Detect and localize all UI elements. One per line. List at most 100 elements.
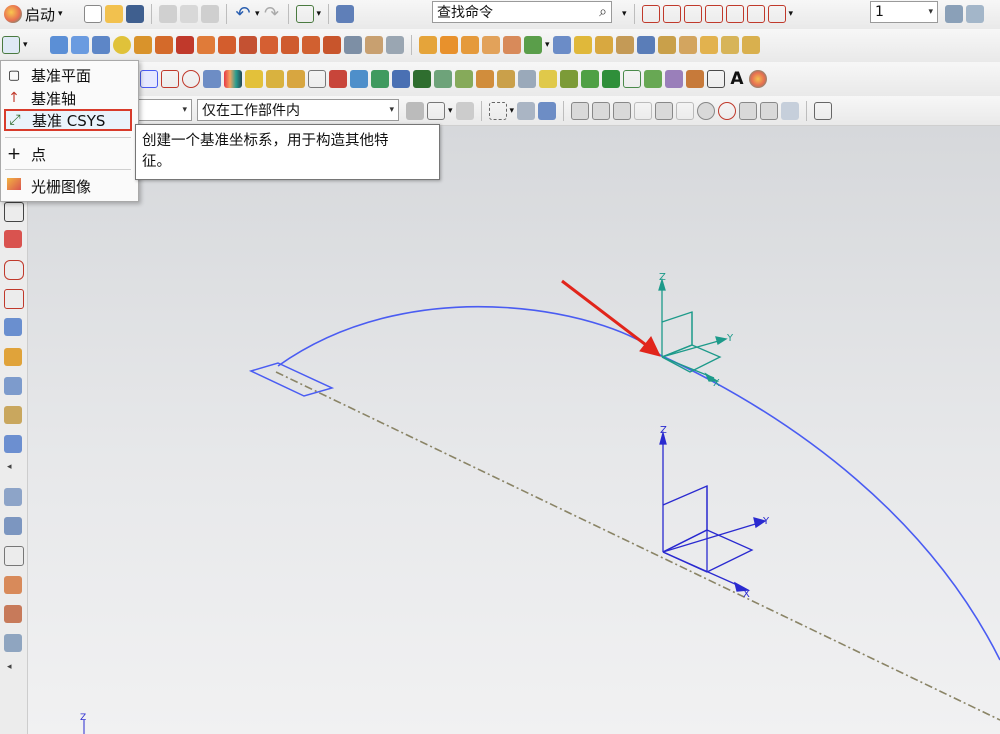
trim-body-icon[interactable]: [482, 36, 500, 54]
component-select-icon[interactable]: [517, 102, 536, 120]
type-filter-select[interactable]: ▾: [137, 99, 192, 121]
deselect-icon[interactable]: [455, 102, 474, 120]
thicken-icon[interactable]: [720, 36, 739, 54]
pad-icon[interactable]: [260, 36, 278, 54]
section-curve-icon[interactable]: [245, 70, 263, 88]
intersect-icon[interactable]: [683, 5, 702, 23]
spectrum-icon[interactable]: [224, 70, 242, 88]
select-all-icon[interactable]: [427, 102, 445, 120]
left-toolbar-expand-arrow-2[interactable]: ◂: [7, 662, 12, 672]
start-button[interactable]: 启动 ▾: [4, 3, 63, 25]
new-file-icon[interactable]: [84, 5, 102, 23]
component-icon[interactable]: [497, 70, 515, 88]
sketch-rectangle-icon[interactable]: [4, 202, 24, 222]
spring-icon[interactable]: [386, 36, 404, 54]
tube-left-icon[interactable]: [4, 634, 22, 652]
snap-circle-icon[interactable]: [718, 102, 737, 120]
snap-curve-icon[interactable]: [641, 5, 660, 23]
n-sided-icon[interactable]: [4, 406, 22, 424]
grid-icon[interactable]: [814, 102, 833, 120]
paste-icon[interactable]: [201, 5, 219, 23]
tube-icon[interactable]: [365, 36, 383, 54]
fillet-curve-icon[interactable]: [767, 5, 786, 23]
studio-spline-icon[interactable]: [4, 230, 22, 248]
sphere-icon[interactable]: [113, 36, 131, 54]
ellipse-icon[interactable]: [182, 70, 200, 88]
scale-body-icon[interactable]: [678, 36, 697, 54]
fillet-curve-left-icon[interactable]: [4, 260, 24, 280]
offset-surface-icon[interactable]: [4, 546, 24, 566]
draft-icon[interactable]: [636, 36, 655, 54]
ruled-icon[interactable]: [4, 377, 22, 395]
trim-sheet-icon[interactable]: [4, 576, 22, 594]
prt-icon[interactable]: [392, 70, 410, 88]
pin-icon[interactable]: [581, 70, 599, 88]
graphics-viewport[interactable]: Z Y X Z Y X Z: [0, 125, 1000, 734]
copy-icon[interactable]: [180, 5, 198, 23]
block-icon[interactable]: [50, 36, 68, 54]
search-icon[interactable]: ⌕: [599, 4, 607, 20]
nx5-icon[interactable]: [176, 36, 194, 54]
offset-curve-icon[interactable]: [266, 70, 284, 88]
pipe-icon[interactable]: [518, 70, 536, 88]
revolve-icon[interactable]: [155, 36, 173, 54]
redo-icon[interactable]: ↷: [263, 5, 281, 23]
slot-icon[interactable]: [302, 36, 320, 54]
pocket-icon[interactable]: [239, 36, 257, 54]
offset-face-icon[interactable]: [657, 36, 676, 54]
trim-icon[interactable]: [662, 5, 681, 23]
extrude-icon[interactable]: [134, 36, 152, 54]
snap-intersection-icon[interactable]: [676, 102, 695, 120]
snap-endpoint-icon[interactable]: [571, 102, 590, 120]
layer-move-icon[interactable]: [966, 5, 984, 23]
shell-icon[interactable]: [615, 36, 634, 54]
layer-stack-icon[interactable]: [434, 70, 452, 88]
corner-icon[interactable]: [725, 5, 744, 23]
project-curve-icon[interactable]: [4, 289, 24, 309]
assembly-icon[interactable]: [455, 70, 473, 88]
rectangle-icon[interactable]: [140, 70, 158, 88]
body-select-icon[interactable]: [538, 102, 557, 120]
patch-icon[interactable]: [524, 36, 542, 54]
replace-face-icon[interactable]: [699, 36, 718, 54]
studio-surface-icon[interactable]: [4, 517, 22, 535]
snap-center-icon[interactable]: [697, 102, 716, 120]
through-curves-icon[interactable]: [4, 348, 22, 366]
subtract-icon[interactable]: [440, 36, 458, 54]
edge-blend-icon[interactable]: [573, 36, 592, 54]
filter-icon[interactable]: [406, 102, 424, 120]
snap-existing-point-icon[interactable]: [739, 102, 758, 120]
unite-icon[interactable]: [419, 36, 437, 54]
palette-icon[interactable]: [749, 70, 767, 88]
snap-midpoint-icon[interactable]: [592, 102, 611, 120]
intersection-curve-icon[interactable]: [161, 70, 179, 88]
groove-icon[interactable]: [323, 36, 341, 54]
wave-icon[interactable]: [476, 70, 494, 88]
link-icon[interactable]: [371, 70, 389, 88]
view-icon[interactable]: [707, 70, 725, 88]
snap-curve-point-icon[interactable]: [634, 102, 653, 120]
csys-toolbar-icon[interactable]: [295, 5, 314, 23]
save-icon[interactable]: [126, 5, 144, 23]
law-curve-icon[interactable]: [287, 70, 305, 88]
open-folder-icon[interactable]: [105, 5, 123, 23]
sew-icon[interactable]: [741, 36, 760, 54]
emboss-icon[interactable]: [281, 36, 299, 54]
hole-icon[interactable]: [197, 36, 215, 54]
expression-icon[interactable]: [623, 70, 641, 88]
rect-select-icon[interactable]: [488, 102, 507, 120]
menu-item-raster-image[interactable]: 光栅图像: [5, 175, 91, 197]
swept-icon[interactable]: [4, 318, 22, 336]
mirror-icon[interactable]: [552, 36, 571, 54]
boss-icon[interactable]: [218, 36, 236, 54]
menu-item-point[interactable]: + 点: [5, 143, 46, 165]
marker-icon[interactable]: [560, 70, 578, 88]
cut-icon[interactable]: [159, 5, 177, 23]
split-body-icon[interactable]: [503, 36, 521, 54]
command-search-input[interactable]: 查找命令 ⌕: [432, 1, 612, 23]
menu-item-datum-axis[interactable]: ↑ 基准轴: [5, 87, 76, 109]
bounded-plane-icon[interactable]: [4, 605, 22, 623]
intersect-body-icon[interactable]: [461, 36, 479, 54]
text-icon[interactable]: A: [728, 70, 746, 88]
snap-on-curve-icon[interactable]: [760, 102, 779, 120]
